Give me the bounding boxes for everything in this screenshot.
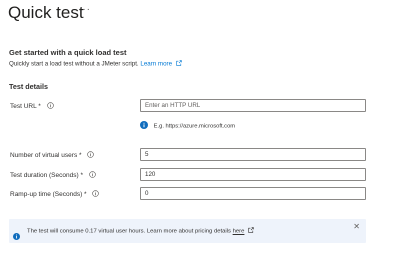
intro-heading: Get started with a quick load test bbox=[9, 48, 127, 57]
close-icon[interactable]: ✕ bbox=[353, 222, 360, 231]
ramp-up-label: Ramp-up time (Seconds) * bbox=[10, 190, 100, 199]
info-filled-icon bbox=[13, 227, 20, 245]
quick-test-page: Quick test ··· Get started with a quick … bbox=[0, 0, 400, 259]
test-url-hint-text: E.g. https://azure.microsoft.com bbox=[153, 123, 236, 130]
virtual-users-label: Number of virtual users * bbox=[10, 151, 95, 160]
virtual-users-label-text: Number of virtual users * bbox=[10, 152, 82, 160]
info-icon[interactable] bbox=[87, 151, 95, 160]
virtual-users-input[interactable] bbox=[140, 148, 366, 161]
page-title: Quick test bbox=[8, 3, 84, 22]
section-title: Test details bbox=[9, 82, 49, 91]
intro-description: Quickly start a load test without a JMet… bbox=[9, 60, 182, 68]
test-url-label: Test URL * bbox=[10, 102, 54, 111]
intro-description-text: Quickly start a load test without a JMet… bbox=[9, 60, 139, 68]
more-options-button[interactable]: ··· bbox=[78, 4, 91, 15]
external-link-icon bbox=[176, 60, 182, 68]
info-banner: The test will consume 0.17 virtual user … bbox=[9, 219, 366, 243]
test-url-label-text: Test URL * bbox=[10, 103, 41, 111]
pricing-details-link[interactable]: here bbox=[233, 229, 245, 235]
ramp-up-input[interactable] bbox=[140, 187, 366, 200]
test-url-input[interactable] bbox=[140, 99, 366, 112]
external-link-icon bbox=[248, 227, 254, 235]
test-duration-label-text: Test duration (Seconds) * bbox=[10, 172, 83, 180]
info-icon[interactable] bbox=[46, 102, 54, 111]
info-filled-icon bbox=[140, 121, 148, 131]
banner-message: The test will consume 0.17 virtual user … bbox=[27, 227, 254, 235]
ramp-up-label-text: Ramp-up time (Seconds) * bbox=[10, 191, 87, 199]
learn-more-link[interactable]: Learn more bbox=[140, 61, 172, 68]
banner-text: The test will consume 0.17 virtual user … bbox=[27, 228, 231, 235]
info-icon[interactable] bbox=[92, 190, 100, 199]
test-url-hint: E.g. https://azure.microsoft.com bbox=[140, 121, 235, 131]
test-duration-input[interactable] bbox=[140, 168, 366, 181]
info-icon[interactable] bbox=[89, 171, 96, 180]
test-duration-label: Test duration (Seconds) * bbox=[10, 171, 96, 180]
